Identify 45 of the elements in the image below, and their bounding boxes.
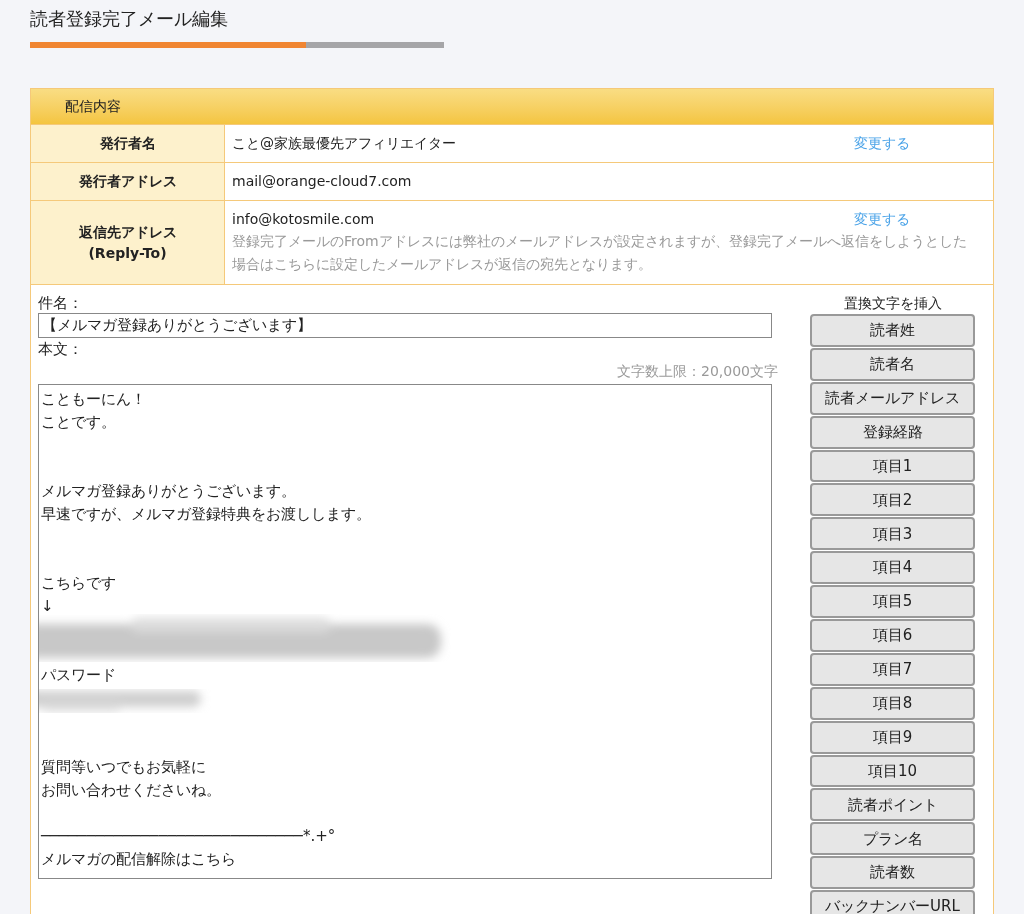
insert-button[interactable]: プラン名: [810, 822, 975, 856]
insert-button[interactable]: 項目6: [810, 619, 975, 652]
body-line: こちらです: [41, 573, 116, 594]
insert-button[interactable]: 項目2: [810, 483, 975, 517]
body-line: ─────────────────────────────*.+°: [41, 826, 336, 847]
insert-title: 置換文字を挿入: [842, 294, 943, 313]
label-text: 発行者名: [99, 134, 156, 153]
body-line: お問い合わせくださいね。: [41, 780, 221, 801]
label-subtext: (Reply-To): [88, 243, 167, 263]
field-value: こと@家族最優先アフィリエイター: [232, 134, 457, 153]
character-limit: 文字数上限：20,000文字: [617, 362, 778, 381]
label-text: 発行者アドレス: [78, 172, 177, 191]
body-line: ことです。: [41, 412, 116, 433]
insert-button[interactable]: 項目5: [810, 585, 975, 618]
insert-button[interactable]: 項目8: [810, 686, 975, 720]
insert-button[interactable]: 項目4: [810, 551, 975, 585]
insert-button[interactable]: 項目10: [810, 754, 975, 788]
insert-button[interactable]: 登録経路: [810, 415, 975, 449]
insert-button[interactable]: 読者名: [810, 347, 975, 381]
insert-button[interactable]: バックナンバーURL: [810, 890, 975, 914]
page-title: 読者登録完了メール編集: [30, 7, 229, 31]
body-line: 早速ですが、メルマガ登録特典をお渡しします。: [41, 504, 371, 525]
insert-button[interactable]: 項目3: [810, 517, 975, 551]
insert-button[interactable]: 項目9: [810, 720, 975, 754]
body-line: こともーにん！: [41, 389, 146, 410]
insert-button[interactable]: 読者姓: [810, 314, 975, 347]
body-line: メルマガの配信解除はこちら: [41, 849, 236, 870]
insert-button[interactable]: 項目7: [810, 652, 975, 686]
field-value: mail@orange-cloud7.com: [232, 172, 413, 191]
help-text: 登録完了メールのFromアドレスには弊社のメールアドレスが設定されますが、登録完了メールへ返信をしようとした場合はこちらに設定したメールアドレスが返信の宛先となります。: [232, 232, 968, 274]
body-line: 質問等いつでもお気軽に: [41, 757, 206, 778]
subject-label: 件名：: [38, 293, 84, 313]
insert-button[interactable]: 読者メールアドレス: [810, 381, 975, 415]
insert-button[interactable]: 項目1: [810, 449, 975, 483]
panel-header-title: 配信内容: [65, 97, 121, 116]
body-line: メルマガ登録ありがとうございます。: [41, 481, 296, 502]
insert-button[interactable]: 読者ポイント: [810, 788, 975, 822]
label-text: 返信先アドレス: [78, 222, 177, 242]
body-line: パスワード: [41, 665, 116, 686]
field-value: info@kotosmile.com: [232, 210, 376, 229]
body-label: 本文：: [38, 339, 84, 360]
body-field[interactable]: こともーにん！ ことです。 メルマガ登録ありがとうございます。 早速ですが、メルマガ登録特典をお渡しします。 こちらです ↓ パスワード 質問等いつでもお気軽に お問い合わせくださいね。 ─────────────────────────────*.+° メルマガの配信解除はこちら: [38, 384, 772, 879]
insert-button[interactable]: 読者数: [810, 856, 975, 890]
body-line: ↓: [41, 596, 54, 617]
subject-field[interactable]: 【メルマガ登録ありがとうございます】: [38, 313, 772, 338]
